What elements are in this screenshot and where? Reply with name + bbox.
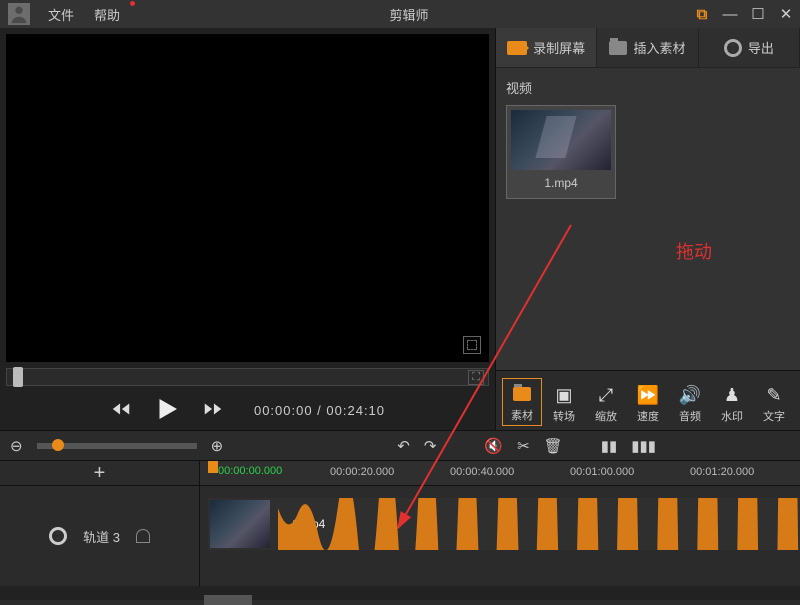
zoom-icon: ⤢ bbox=[586, 382, 626, 408]
tool-speed[interactable]: ⏩速度 bbox=[628, 380, 668, 426]
add-track-button[interactable]: + bbox=[0, 461, 200, 485]
zoom-slider[interactable] bbox=[37, 443, 197, 449]
tool-transition[interactable]: ▣转场 bbox=[544, 380, 584, 426]
playhead-time: 00:00:00.000 bbox=[218, 465, 282, 477]
tab-insert-material[interactable]: 插入素材 bbox=[597, 28, 698, 67]
scrub-thumb[interactable] bbox=[13, 367, 23, 387]
expand-icon[interactable]: ⛶ bbox=[468, 370, 484, 385]
rewind-button[interactable] bbox=[110, 398, 132, 423]
menu-help[interactable]: 帮助 bbox=[84, 5, 130, 24]
forward-button[interactable] bbox=[202, 398, 224, 423]
fullscreen-icon[interactable] bbox=[463, 336, 481, 354]
menu-file[interactable]: 文件 bbox=[38, 5, 84, 24]
restore-icon[interactable]: ⧉ bbox=[688, 6, 716, 23]
speed-icon: ⏩ bbox=[628, 382, 668, 408]
thumbnail-label: 1.mp4 bbox=[511, 176, 611, 190]
film-reel-icon bbox=[724, 39, 742, 57]
speaker-icon: 🔊 bbox=[670, 382, 710, 408]
tab-record-screen[interactable]: 录制屏幕 bbox=[496, 28, 597, 67]
timeline-clip[interactable]: 1.mp4 bbox=[208, 498, 800, 550]
lock-icon[interactable] bbox=[136, 529, 150, 543]
tool-text[interactable]: ✎文字 bbox=[754, 380, 794, 426]
pencil-icon: ✎ bbox=[754, 382, 794, 408]
mute-button[interactable]: 🔇 bbox=[484, 437, 503, 455]
playback-time: 00:00:00 / 00:24:10 bbox=[254, 403, 385, 418]
ruler-tick: 00:01:20.000 bbox=[690, 466, 754, 478]
media-thumbnail[interactable]: 1.mp4 bbox=[506, 105, 616, 199]
tab-export[interactable]: 导出 bbox=[699, 28, 800, 67]
timeline-ruler[interactable]: 00:00:00.000 00:00:20.000 00:00:40.000 0… bbox=[200, 461, 800, 485]
close-button[interactable]: ✕ bbox=[772, 5, 800, 23]
track-header[interactable]: 轨道 3 bbox=[0, 486, 200, 586]
clip-thumbnail bbox=[210, 500, 270, 548]
drag-annotation: 拖动 bbox=[676, 238, 712, 264]
transition-icon: ▣ bbox=[544, 382, 584, 408]
section-label-video: 视频 bbox=[506, 78, 790, 97]
tool-audio[interactable]: 🔊音频 bbox=[670, 380, 710, 426]
scrollbar-thumb[interactable] bbox=[204, 595, 252, 605]
ruler-tick: 00:01:00.000 bbox=[570, 466, 634, 478]
preview-viewport[interactable] bbox=[6, 34, 489, 362]
waveform-icon bbox=[278, 498, 800, 550]
tool-watermark[interactable]: ♟水印 bbox=[712, 380, 752, 426]
redo-button[interactable]: ↷ bbox=[424, 437, 437, 455]
playhead-marker[interactable] bbox=[208, 461, 218, 473]
thumbnail-image bbox=[511, 110, 611, 170]
minimize-button[interactable]: — bbox=[716, 6, 744, 23]
tool-material[interactable]: 素材 bbox=[502, 378, 542, 426]
notify-dot-icon bbox=[130, 1, 135, 6]
cut-button[interactable]: ✂ bbox=[517, 437, 530, 455]
folder-camera-icon bbox=[609, 41, 627, 55]
zoom-in-button[interactable]: ⊕ bbox=[211, 437, 224, 455]
avatar[interactable] bbox=[8, 3, 30, 25]
track-label: 轨道 3 bbox=[83, 527, 120, 546]
zoom-out-button[interactable]: ⊖ bbox=[10, 437, 23, 455]
app-title: 剪辑师 bbox=[130, 5, 688, 24]
zoom-slider-thumb[interactable] bbox=[52, 439, 64, 451]
camera-icon bbox=[507, 41, 527, 55]
levels1-icon[interactable]: ▮▮ bbox=[601, 437, 618, 455]
scrub-bar[interactable]: ⛶ bbox=[6, 368, 489, 386]
play-button[interactable] bbox=[152, 394, 182, 427]
folder-icon bbox=[513, 387, 531, 401]
track-body[interactable]: 1.mp4 bbox=[200, 486, 800, 586]
track-reel-icon bbox=[49, 527, 67, 545]
stamp-icon: ♟ bbox=[712, 382, 752, 408]
undo-button[interactable]: ↶ bbox=[397, 437, 410, 455]
ruler-tick: 00:00:40.000 bbox=[450, 466, 514, 478]
levels2-icon[interactable]: ▮▮▮ bbox=[631, 437, 656, 455]
ruler-tick: 00:00:20.000 bbox=[330, 466, 394, 478]
tool-zoom[interactable]: ⤢缩放 bbox=[586, 380, 626, 426]
maximize-button[interactable]: ☐ bbox=[744, 5, 772, 23]
delete-button[interactable]: 🗑 bbox=[544, 437, 563, 455]
